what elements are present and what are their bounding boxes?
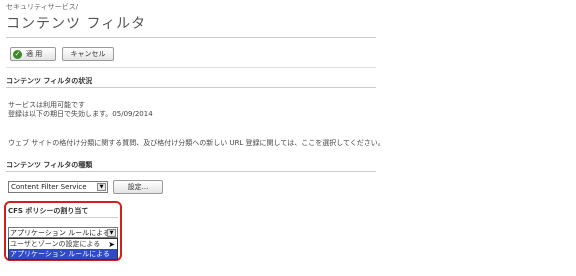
check-circle-icon: ✓ xyxy=(13,49,22,59)
apply-button[interactable]: ✓ 適 用 xyxy=(10,47,56,61)
breadcrumb[interactable]: セキュリティサービス/ xyxy=(6,2,78,12)
filter-type-divider xyxy=(6,171,376,172)
cfs-policy-header: CFS ポリシーの割り当て xyxy=(8,207,89,215)
page-title: コンテンツ フィルタ xyxy=(6,16,147,32)
dropdown-option-user-zone[interactable]: ユーザとゾーンの設定による xyxy=(9,239,117,249)
cfs-policy-select[interactable]: アプリケーション ルールによる ▼ xyxy=(8,227,118,238)
mouse-pointer-icon: ➤ xyxy=(108,240,115,249)
toolbar-divider xyxy=(6,67,376,68)
settings-button[interactable]: 設定... xyxy=(113,180,163,194)
filter-type-value: Content Filter Service xyxy=(11,183,87,191)
filter-type-select[interactable]: Content Filter Service ▼ xyxy=(8,181,108,193)
cfs-policy-value: アプリケーション ルールによる xyxy=(10,228,110,237)
cancel-button[interactable]: キャンセル xyxy=(62,47,114,61)
cfs-policy-divider xyxy=(8,217,118,218)
title-divider xyxy=(6,37,376,38)
rating-info-link[interactable]: ウェブ サイトの格付け分類に関する質問、及び格付け分類への新しい URL 登録に… xyxy=(8,138,385,148)
filter-type-header: コンテンツ フィルタの種類 xyxy=(6,161,93,169)
expiry-text: 登録は以下の期日で失効します。05/09/2014 xyxy=(8,110,153,118)
status-section-divider xyxy=(6,87,376,88)
cfs-policy-dropdown: ユーザとゾーンの設定による アプリケーション ルールによる ➤ xyxy=(8,238,118,260)
dropdown-option-app-rule[interactable]: アプリケーション ルールによる xyxy=(9,249,117,259)
apply-button-label: 適 用 xyxy=(26,50,43,58)
chevron-down-icon[interactable]: ▼ xyxy=(107,229,116,237)
status-section-header: コンテンツ フィルタの状況 xyxy=(6,77,93,85)
chevron-down-icon[interactable]: ▼ xyxy=(97,183,106,191)
